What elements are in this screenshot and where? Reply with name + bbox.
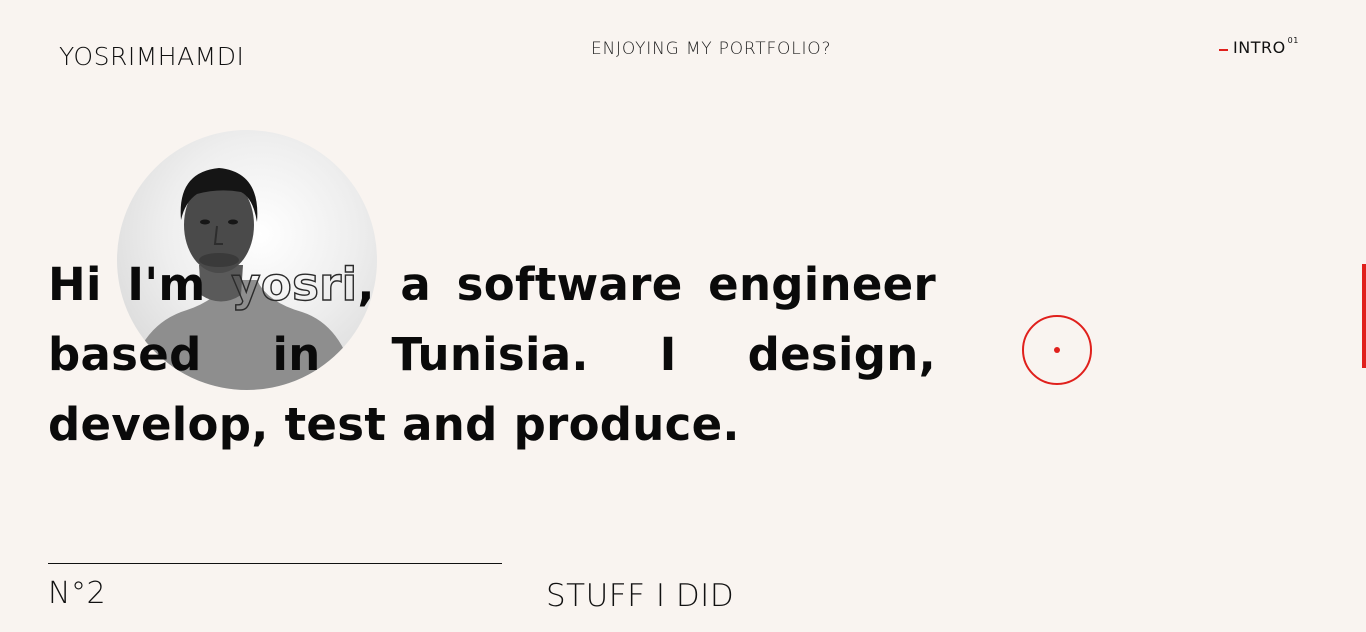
portfolio-page: YOSRIMHAMDI ENJOYING MY PORTFOLIO? INTRO… — [0, 0, 1366, 632]
section-indicator-dash — [1219, 49, 1228, 51]
hero-name-outline: yosri — [231, 257, 358, 311]
section-indicator-number: 01 — [1287, 36, 1299, 45]
custom-cursor-dot — [1054, 347, 1060, 353]
next-section-number: N°2 — [48, 576, 107, 611]
header-tagline: ENJOYING MY PORTFOLIO? — [591, 39, 832, 59]
brand-logo-link[interactable]: YOSRIMHAMDI — [59, 42, 244, 71]
next-section-title[interactable]: STUFF I DID — [546, 578, 734, 614]
scroll-progress-bar[interactable] — [1362, 264, 1366, 368]
hero-intro-greeting: Hi I'm — [48, 258, 232, 311]
section-indicator-label: INTRO — [1233, 38, 1286, 57]
section-divider — [48, 563, 502, 564]
section-indicator[interactable]: INTRO 01 — [1219, 36, 1299, 57]
hero-intro-text: Hi I'm yosri, a software engineer based … — [48, 250, 936, 460]
